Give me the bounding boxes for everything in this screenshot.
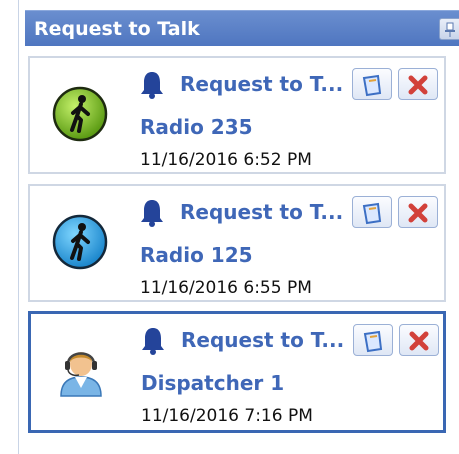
note-icon (362, 202, 382, 225)
close-icon (409, 331, 429, 351)
request-to-talk-panel: Request to Talk Request to T... Radio 23… (22, 0, 459, 454)
panel-header: Request to Talk (25, 10, 459, 46)
source-name: Dispatcher 1 (141, 371, 285, 395)
request-timestamp: 11/16/2016 7:16 PM (141, 406, 313, 426)
bell-icon (141, 200, 163, 227)
dismiss-button[interactable] (399, 324, 439, 356)
left-edge (0, 0, 22, 454)
note-icon (363, 330, 383, 353)
walking-person-green-icon (52, 86, 108, 142)
request-card-selected[interactable]: Request to T... Dispatcher 1 11/16/2016 … (28, 311, 446, 433)
dismiss-button[interactable] (398, 68, 438, 100)
request-title: Request to T... (180, 200, 344, 224)
close-icon (408, 203, 428, 223)
request-title: Request to T... (181, 328, 345, 352)
bell-icon (142, 328, 164, 355)
pin-button[interactable] (439, 18, 459, 40)
request-title: Request to T... (180, 72, 344, 96)
source-name: Radio 235 (140, 115, 253, 139)
bell-icon (141, 72, 163, 99)
source-name: Radio 125 (140, 243, 253, 267)
request-timestamp: 11/16/2016 6:55 PM (140, 278, 312, 298)
walking-person-blue-icon (52, 214, 108, 270)
request-timestamp: 11/16/2016 6:52 PM (140, 150, 312, 170)
close-icon (408, 75, 428, 95)
request-card[interactable]: Request to T... Radio 125 11/16/2016 6:5… (28, 184, 446, 302)
request-card[interactable]: Request to T... Radio 235 11/16/2016 6:5… (28, 56, 446, 174)
note-icon (362, 74, 382, 97)
dismiss-button[interactable] (398, 196, 438, 228)
pin-icon (445, 22, 455, 37)
acknowledge-button[interactable] (352, 196, 392, 228)
acknowledge-button[interactable] (353, 324, 393, 356)
dispatcher-headset-icon (60, 352, 102, 397)
acknowledge-button[interactable] (352, 68, 392, 100)
panel-title: Request to Talk (34, 18, 200, 40)
